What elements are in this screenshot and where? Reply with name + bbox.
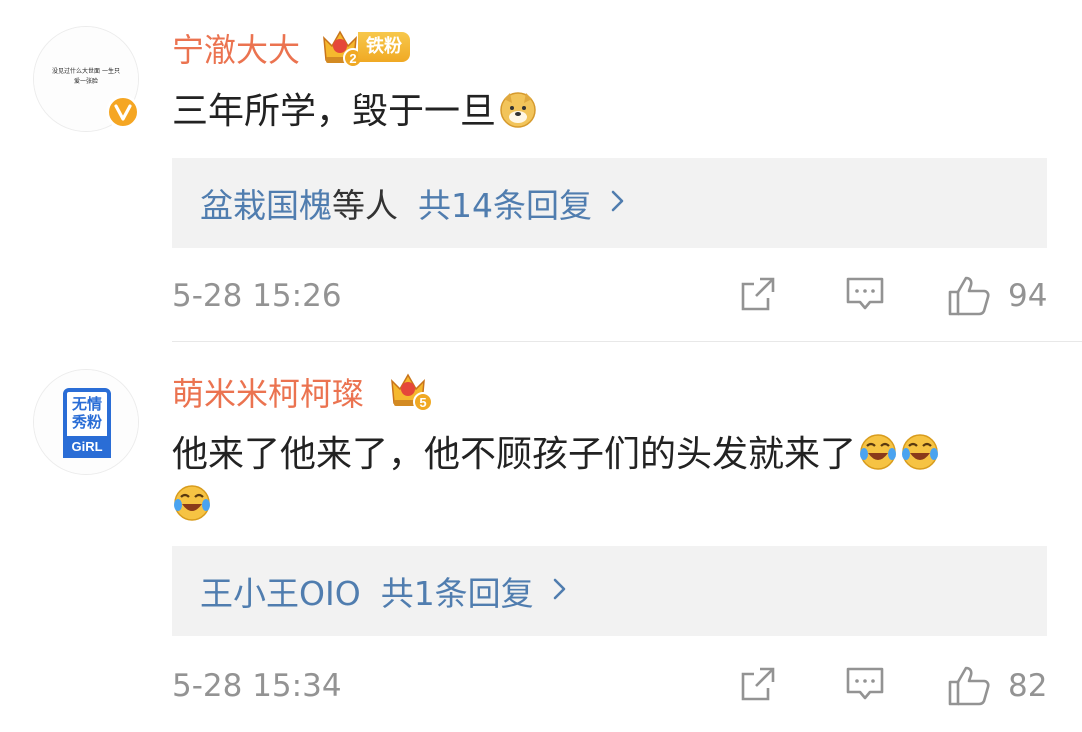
like-count: 94 (1008, 278, 1048, 314)
user-avatar[interactable]: 无情 秀粉 GiRL (33, 369, 139, 475)
comment-meta: 5-28 15:34 82 (172, 660, 1047, 710)
comment-item: 无情 秀粉 GiRL 萌米米柯柯璨 5 他来了他来了，他不顾孩子们的头发就来了 … (0, 343, 1082, 732)
divider (172, 341, 1082, 342)
chevron-right-icon (552, 576, 568, 606)
like-count: 82 (1008, 668, 1048, 704)
laugh-cry-emoji-icon (900, 432, 940, 484)
share-icon[interactable] (738, 664, 778, 708)
comment-item: 没见过什么大世面 一生只爱一张脸 宁澈大大 2 铁粉 三年所学，毁于一旦 盆栽国… (0, 0, 1082, 342)
svg-text:2: 2 (349, 51, 356, 66)
username[interactable]: 宁澈大大 (172, 30, 300, 70)
comment-time: 5-28 15:26 (172, 278, 342, 314)
reply-summary[interactable]: 盆栽国槐 等人 共14条回复 (172, 158, 1047, 248)
verified-v-icon (106, 95, 140, 129)
reply-count-link[interactable]: 共1条回复 (381, 567, 534, 615)
comment-time: 5-28 15:34 (172, 668, 342, 704)
reply-user-link[interactable]: 王小王OIO (200, 567, 361, 615)
comment-text: 他来了他来了，他不顾孩子们的头发就来了 (172, 432, 940, 484)
reply-user-link[interactable]: 盆栽国槐 (200, 179, 332, 227)
comment-icon[interactable] (844, 274, 886, 318)
comment-text-content: 他来了他来了，他不顾孩子们的头发就来了 (172, 434, 857, 475)
avatar-logo: 无情 秀粉 GiRL (63, 388, 111, 458)
comment-meta: 5-28 15:26 94 (172, 270, 1047, 320)
comment-icon[interactable] (844, 664, 886, 708)
avatar-logo-bottom: GiRL (63, 436, 111, 458)
comment-text: 三年所学，毁于一旦 (172, 89, 538, 141)
like-icon[interactable] (946, 664, 992, 712)
comment-text-line2 (172, 483, 212, 535)
doge-emoji-icon (498, 89, 538, 141)
svg-text:5: 5 (419, 395, 426, 410)
laugh-cry-emoji-icon (172, 483, 212, 535)
user-avatar[interactable]: 没见过什么大世面 一生只爱一张脸 (33, 26, 140, 132)
avatar-caption: 没见过什么大世面 一生只爱一张脸 (52, 68, 120, 85)
avatar-logo-line2: 秀粉 (71, 413, 102, 431)
comment-text-content: 三年所学，毁于一旦 (172, 91, 497, 132)
crown-level-5-icon: 5 (388, 369, 436, 417)
share-icon[interactable] (738, 274, 778, 318)
laugh-cry-emoji-icon (858, 432, 898, 484)
reply-summary[interactable]: 王小王OIO 共1条回复 (172, 546, 1047, 636)
reply-others-label: 等人 (332, 186, 398, 225)
avatar-logo-line1: 无情 (71, 395, 102, 413)
reply-count-link[interactable]: 共14条回复 (418, 179, 592, 227)
fan-badge[interactable]: 铁粉 (358, 32, 410, 62)
chevron-right-icon (610, 188, 626, 218)
like-icon[interactable] (946, 274, 992, 322)
username[interactable]: 萌米米柯柯璨 (172, 374, 364, 414)
